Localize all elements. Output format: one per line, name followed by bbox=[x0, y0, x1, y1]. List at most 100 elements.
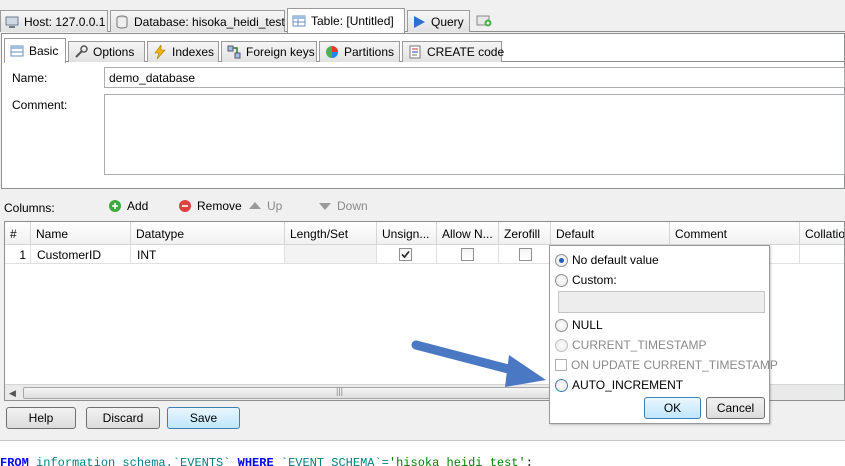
unsigned-checkbox[interactable] bbox=[399, 248, 412, 261]
move-up-button[interactable]: Up bbox=[248, 199, 282, 213]
row-number: 1 bbox=[5, 245, 31, 264]
scroll-left-icon[interactable]: ◀ bbox=[9, 388, 16, 399]
option-no-default[interactable]: No default value bbox=[555, 253, 659, 267]
tab-query-label: Query bbox=[431, 14, 464, 29]
tab-partitions[interactable]: Partitions bbox=[319, 41, 400, 62]
comment-textarea[interactable] bbox=[104, 94, 845, 175]
add-column-label: Add bbox=[127, 199, 149, 213]
header-allow-null[interactable]: Allow N... bbox=[437, 222, 499, 245]
header-length[interactable]: Length/Set bbox=[285, 222, 377, 245]
tab-database[interactable]: Database: hisoka_heidi_test bbox=[110, 10, 285, 32]
sql-log[interactable]: FROM information_schema.`EVENTS` WHERE `… bbox=[0, 440, 845, 466]
allow-null-checkbox[interactable] bbox=[461, 248, 474, 261]
tab-basic[interactable]: Basic bbox=[4, 38, 66, 63]
help-button-label: Help bbox=[28, 411, 54, 425]
tab-indexes[interactable]: Indexes bbox=[147, 41, 219, 62]
move-up-label: Up bbox=[267, 199, 283, 213]
host-icon bbox=[5, 16, 19, 28]
cell-datatype[interactable]: INT bbox=[131, 245, 285, 264]
columns-label: Columns: bbox=[4, 201, 55, 215]
cancel-button[interactable]: Cancel bbox=[706, 397, 765, 419]
editor-tab-bar: Basic Options Indexes Foreign keys Parti… bbox=[4, 38, 844, 63]
help-button[interactable]: Help bbox=[6, 407, 76, 429]
radio-auto-increment[interactable] bbox=[555, 378, 568, 392]
checkmark-icon bbox=[401, 250, 410, 259]
save-button-label: Save bbox=[189, 411, 218, 425]
add-column-button[interactable]: Add bbox=[108, 199, 148, 213]
header-number[interactable]: # bbox=[5, 222, 31, 245]
cell-length[interactable] bbox=[285, 245, 377, 264]
header-comment[interactable]: Comment bbox=[670, 222, 800, 245]
tab-create-code[interactable]: CREATE code bbox=[402, 41, 504, 62]
tab-foreign-keys-label: Foreign keys bbox=[246, 45, 315, 59]
arrow-up-icon bbox=[249, 202, 261, 209]
radio-null[interactable] bbox=[555, 318, 568, 332]
radio-no-default[interactable] bbox=[555, 253, 568, 267]
table-icon bbox=[292, 15, 306, 27]
sql-keyword-where: WHERE bbox=[237, 456, 274, 466]
option-custom-label: Custom: bbox=[572, 273, 617, 287]
tab-basic-label: Basic bbox=[29, 44, 59, 58]
tab-options[interactable]: Options bbox=[68, 41, 145, 62]
option-on-update-label: ON UPDATE CURRENT_TIMESTAMP bbox=[571, 358, 778, 372]
radio-current-timestamp[interactable] bbox=[555, 338, 568, 352]
tab-query[interactable]: Query bbox=[407, 10, 470, 32]
move-down-label: Down bbox=[337, 199, 368, 213]
option-null[interactable]: NULL bbox=[555, 318, 603, 332]
header-default[interactable]: Default bbox=[551, 222, 670, 245]
remove-column-label: Remove bbox=[197, 199, 242, 213]
grip-icon: ||| bbox=[336, 386, 344, 396]
ok-button[interactable]: OK bbox=[644, 397, 701, 419]
comment-label: Comment: bbox=[12, 98, 68, 112]
sql-string: 'hisoka_heidi_test' bbox=[388, 456, 526, 466]
new-query-tab-button[interactable] bbox=[476, 13, 492, 30]
header-datatype[interactable]: Datatype bbox=[131, 222, 285, 245]
play-icon bbox=[414, 15, 425, 28]
checkbox-on-update[interactable] bbox=[555, 359, 567, 371]
sql-keyword-from: FROM bbox=[0, 456, 29, 466]
tab-host[interactable]: Host: 127.0.0.1 bbox=[0, 10, 108, 32]
tab-table-label: Table: [Untitled] bbox=[311, 14, 394, 28]
header-zerofill[interactable]: Zerofill bbox=[499, 222, 551, 245]
cell-name[interactable]: CustomerID bbox=[31, 245, 131, 264]
tab-host-label: Host: 127.0.0.1 bbox=[24, 14, 106, 29]
ok-button-label: OK bbox=[663, 401, 682, 415]
cell-zerofill bbox=[499, 245, 551, 264]
name-input[interactable]: demo_database bbox=[104, 67, 845, 88]
option-null-label: NULL bbox=[572, 318, 603, 332]
custom-value-input[interactable] bbox=[558, 291, 765, 313]
option-custom[interactable]: Custom: bbox=[555, 273, 617, 287]
tab-foreign-keys[interactable]: Foreign keys bbox=[221, 41, 317, 62]
code-icon bbox=[409, 45, 421, 59]
sql-terminator: ; bbox=[525, 456, 533, 466]
sql-text-where: `EVENT_SCHEMA`= bbox=[273, 456, 389, 466]
arrow-down-icon bbox=[319, 203, 331, 210]
minus-icon bbox=[179, 200, 191, 212]
tab-options-label: Options bbox=[93, 45, 135, 59]
move-down-button[interactable]: Down bbox=[318, 199, 368, 213]
sql-text-from: information_schema.`EVENTS` bbox=[28, 456, 238, 466]
wrench-icon bbox=[75, 45, 88, 58]
tab-partitions-label: Partitions bbox=[344, 45, 395, 59]
save-button[interactable]: Save bbox=[167, 407, 240, 429]
tab-table[interactable]: Table: [Untitled] bbox=[287, 8, 405, 33]
header-name[interactable]: Name bbox=[31, 222, 131, 245]
zerofill-checkbox[interactable] bbox=[519, 248, 532, 261]
option-current-timestamp[interactable]: CURRENT_TIMESTAMP bbox=[555, 338, 706, 352]
option-on-update[interactable]: ON UPDATE CURRENT_TIMESTAMP bbox=[555, 358, 778, 372]
header-collation[interactable]: Collatio bbox=[800, 222, 844, 245]
header-unsigned[interactable]: Unsign... bbox=[377, 222, 437, 245]
option-auto-increment-label: AUTO_INCREMENT bbox=[572, 378, 684, 392]
cell-unsigned bbox=[377, 245, 437, 264]
table-icon bbox=[10, 45, 24, 57]
cell-collation[interactable] bbox=[800, 245, 844, 264]
foreign-key-icon bbox=[227, 45, 241, 59]
option-auto-increment[interactable]: AUTO_INCREMENT bbox=[555, 378, 683, 392]
remove-column-button[interactable]: Remove bbox=[178, 199, 242, 213]
default-value-popup: No default value Custom: NULL CURRENT_TI… bbox=[549, 245, 778, 424]
cancel-button-label: Cancel bbox=[716, 401, 755, 415]
pie-chart-icon bbox=[326, 46, 338, 58]
discard-button[interactable]: Discard bbox=[86, 407, 160, 429]
radio-custom[interactable] bbox=[555, 273, 568, 287]
tab-database-label: Database: hisoka_heidi_test bbox=[134, 14, 285, 29]
